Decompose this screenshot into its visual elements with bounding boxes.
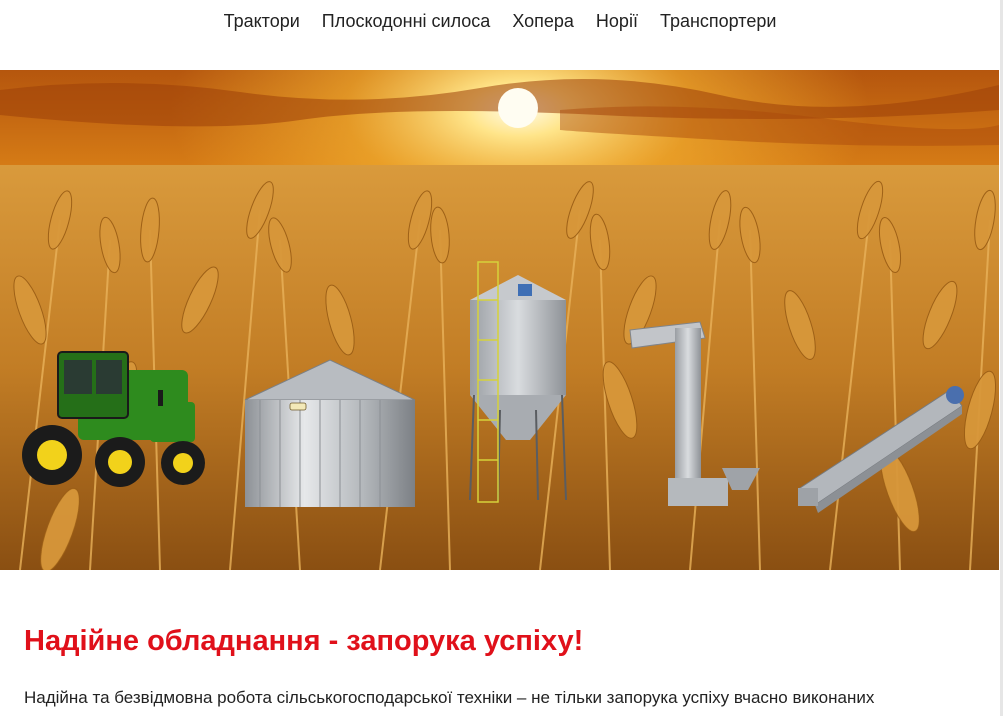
nav-item-elevators[interactable]: Норії (585, 0, 649, 42)
hero-illustration (0, 70, 999, 570)
nav-item-conveyors[interactable]: Транспортери (649, 0, 787, 42)
intro-paragraph: Надійна та безвідмовна робота сільського… (24, 688, 875, 707)
nav-item-hoppers[interactable]: Хопера (501, 0, 585, 42)
nav-item-tractors[interactable]: Трактори (213, 0, 311, 42)
hero-banner (0, 70, 999, 570)
nav-item-flat-silos[interactable]: Плоскодонні силоса (311, 0, 502, 42)
page: Трактори Плоскодонні силоса Хопера Норії… (0, 0, 1003, 716)
main-nav: Трактори Плоскодонні силоса Хопера Норії… (0, 0, 1000, 42)
page-headline: Надійне обладнання - запорука успіху! (24, 625, 584, 657)
